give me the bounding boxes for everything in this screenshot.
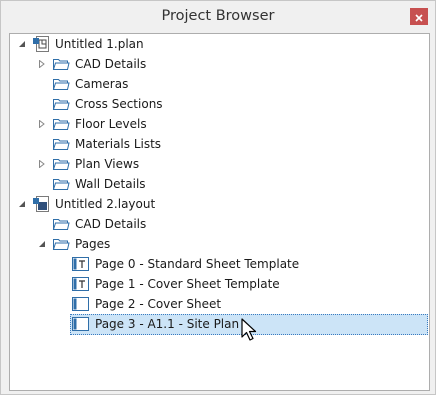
tree-item-label: Plan Views (75, 157, 140, 171)
expanded-triangle-icon[interactable] (18, 40, 26, 48)
tree-item-layout-file[interactable]: Untitled 2.layout (10, 194, 429, 214)
tree-item-label: Page 0 - Standard Sheet Template (95, 257, 300, 271)
tree-item-label: Cameras (75, 77, 129, 91)
expanded-triangle-icon[interactable] (18, 200, 26, 208)
tree-item-label: Cross Sections (75, 97, 163, 111)
collapsed-triangle-icon[interactable] (38, 160, 46, 168)
tree-item-label: Floor Levels (75, 117, 147, 131)
tree-item-floor-levels[interactable]: Floor Levels (10, 114, 429, 134)
collapsed-triangle-icon[interactable] (38, 120, 46, 128)
tree-item-page-1[interactable]: Page 1 - Cover Sheet Template (10, 274, 429, 294)
folder-icon (52, 156, 70, 172)
tree-item-label: Untitled 2.layout (55, 197, 156, 211)
tree-item-label: Page 3 - A1.1 - Site Plan (95, 317, 240, 331)
folder-icon (52, 236, 70, 252)
tree-item-label: Pages (75, 237, 111, 251)
title-bar[interactable]: Project Browser (1, 1, 435, 33)
tree-item-layout-cad-details[interactable]: CAD Details (10, 214, 429, 234)
expanded-triangle-icon[interactable] (38, 240, 46, 248)
tree-item-page-3-selected[interactable]: Page 3 - A1.1 - Site Plan (10, 314, 429, 335)
tree-item-label: Untitled 1.plan (55, 37, 144, 51)
tree-item-label: CAD Details (75, 217, 147, 231)
page-icon (72, 316, 90, 332)
tree-item-plan-views[interactable]: Plan Views (10, 154, 429, 174)
folder-icon (52, 116, 70, 132)
project-tree[interactable]: Untitled 1.plan CAD Details Cameras Cros… (9, 33, 430, 391)
mouse-cursor-icon (241, 318, 257, 341)
tree-item-page-0[interactable]: Page 0 - Standard Sheet Template (10, 254, 429, 274)
page-icon (72, 296, 90, 312)
close-icon (415, 7, 423, 26)
collapsed-triangle-icon[interactable] (38, 60, 46, 68)
plan-file-icon (32, 36, 50, 52)
template-page-icon (72, 276, 90, 292)
tree-item-label: Wall Details (75, 177, 146, 191)
folder-icon (52, 176, 70, 192)
tree-item-label: Page 2 - Cover Sheet (95, 297, 222, 311)
project-browser-window: Project Browser Untitled 1.plan CAD Deta (0, 0, 436, 395)
tree-item-plan-file[interactable]: Untitled 1.plan (10, 34, 429, 54)
tree-item-cross-sections[interactable]: Cross Sections (10, 94, 429, 114)
tree-item-materials-lists[interactable]: Materials Lists (10, 134, 429, 154)
tree-item-label: Page 1 - Cover Sheet Template (95, 277, 280, 291)
folder-icon (52, 216, 70, 232)
tree-item-pages[interactable]: Pages (10, 234, 429, 254)
tree-item-wall-details[interactable]: Wall Details (10, 174, 429, 194)
window-title: Project Browser (161, 8, 275, 24)
tree-item-cad-details[interactable]: CAD Details (10, 54, 429, 74)
folder-icon (52, 56, 70, 72)
close-button[interactable] (410, 8, 428, 25)
tree-item-label: Materials Lists (75, 137, 162, 151)
tree-item-page-2[interactable]: Page 2 - Cover Sheet (10, 294, 429, 314)
layout-file-icon (32, 196, 50, 212)
folder-icon (52, 136, 70, 152)
folder-icon (52, 96, 70, 112)
template-page-icon (72, 256, 90, 272)
tree-item-label: CAD Details (75, 57, 147, 71)
tree-item-cameras[interactable]: Cameras (10, 74, 429, 94)
folder-icon (52, 76, 70, 92)
